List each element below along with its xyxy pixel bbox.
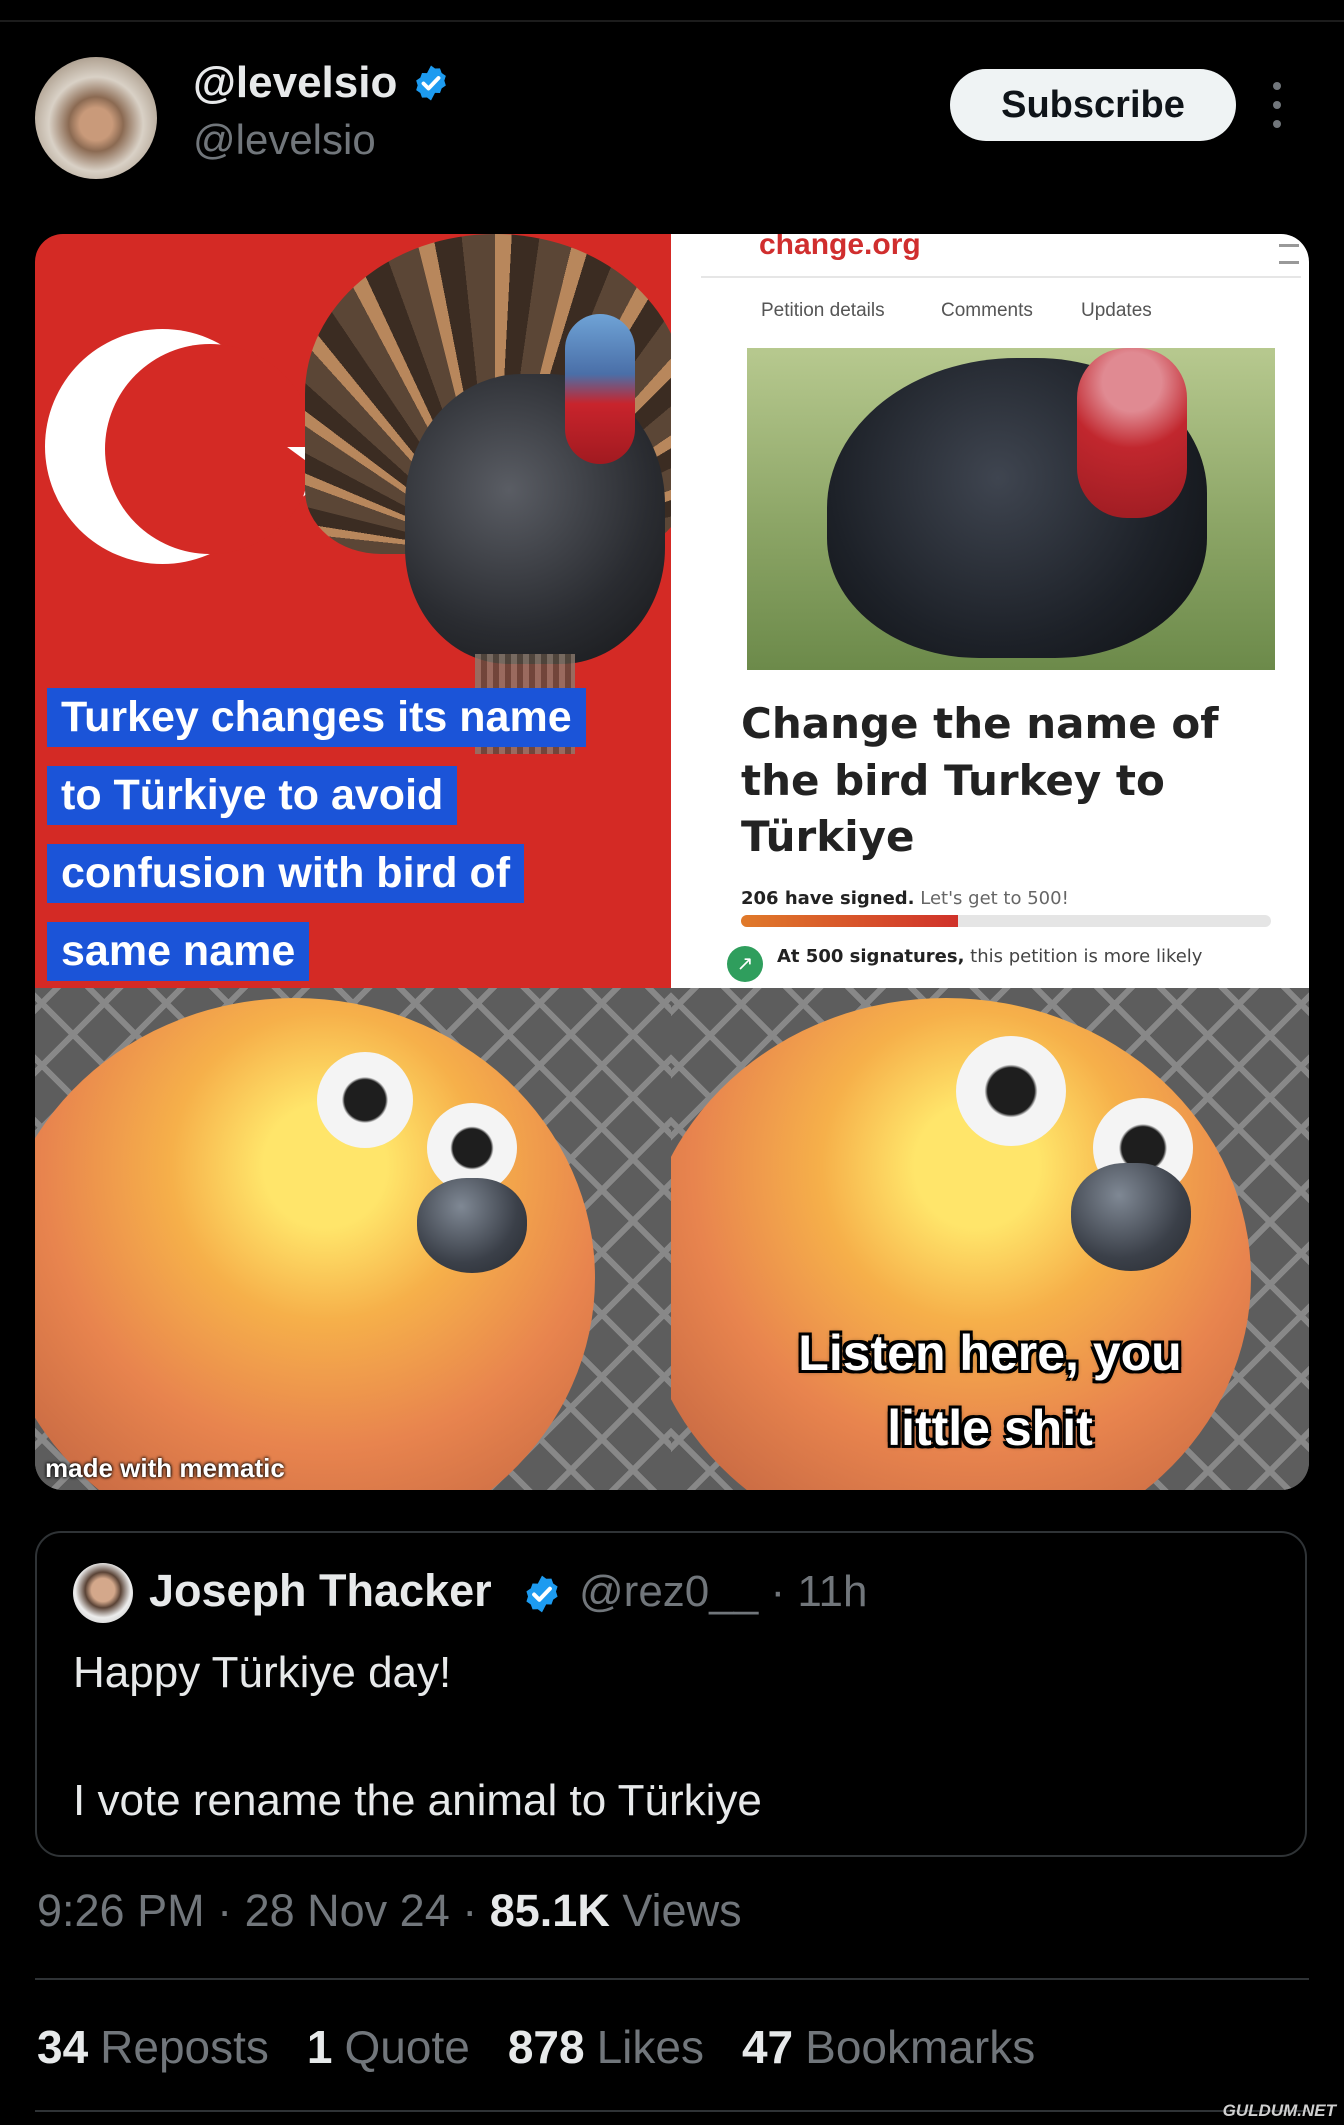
top-divider [0, 20, 1344, 22]
site-watermark: GULDUM.NET [1222, 2101, 1336, 2120]
petition-panel: change.org Petition details Comments Upd… [671, 234, 1309, 988]
engagement-stats: 34 Reposts 1 Quote 878 Likes 47 Bookmarks [37, 2020, 1035, 2074]
quoted-text-line-1: Happy Türkiye day! [73, 1648, 452, 1697]
views-count: 85.1K [489, 1885, 610, 1936]
headline-line-4: same name [47, 922, 310, 982]
petition-goal-text: At 500 signatures, this petition is more… [777, 946, 1203, 967]
divider [35, 1978, 1309, 1980]
quoted-author-name[interactable]: Joseph Thacker [149, 1565, 492, 1617]
trend-up-icon: ↗ [727, 946, 763, 982]
post-date: 28 Nov 24 [244, 1885, 450, 1936]
verified-badge-icon [526, 1575, 558, 1613]
author-avatar[interactable] [35, 57, 157, 179]
petition-progress-bar [741, 915, 1271, 927]
post-media-image[interactable]: ★ Turkey changes its name to Türkiye to … [35, 234, 1309, 1490]
meme-caption-line-1: Listen here, you [798, 1325, 1182, 1381]
petition-signed: 206 have signed. Let's get to 500! [741, 888, 1069, 909]
stat-likes[interactable]: 878 Likes [508, 2020, 704, 2074]
meme-caption-line-2: little shit [887, 1400, 1093, 1456]
changeorg-logo: change.org [759, 234, 921, 261]
quoted-post-time[interactable]: 11h [797, 1567, 867, 1616]
quoted-meta: @rez0__ · 11h [579, 1567, 867, 1617]
subscribe-button[interactable]: Subscribe [950, 69, 1236, 141]
tab-petition-details: Petition details [761, 300, 885, 321]
more-options-icon[interactable] [1270, 82, 1284, 128]
beak [417, 1178, 527, 1273]
headline-line-2: to Türkiye to avoid [47, 766, 458, 826]
divider [35, 2110, 1309, 2112]
post-timestamp[interactable]: 9:26 PM · 28 Nov 24 · 85.1K Views [37, 1885, 742, 1937]
meta-separator: · [770, 1567, 786, 1616]
left-eye [317, 1052, 413, 1148]
post-time: 9:26 PM [37, 1885, 205, 1936]
petition-title: Change the name of the bird Turkey to Tü… [741, 699, 1219, 862]
meme-panel-right: Listen here, you little shit [671, 988, 1309, 1490]
headline-line-3: confusion with bird of [47, 844, 525, 904]
tab-comments: Comments [941, 300, 1033, 321]
news-headline-panel: ★ Turkey changes its name to Türkiye to … [35, 234, 671, 988]
headline-line-1: Turkey changes its name [47, 688, 586, 748]
quoted-author-handle[interactable]: @rez0__ [579, 1567, 758, 1616]
mematic-watermark: made with mematic [45, 1453, 285, 1483]
stat-reposts[interactable]: 34 Reposts [37, 2020, 269, 2074]
left-eye [956, 1036, 1066, 1146]
views-label: Views [622, 1885, 742, 1936]
stat-bookmarks[interactable]: 47 Bookmarks [742, 2020, 1035, 2074]
verified-badge-icon [416, 65, 447, 101]
quoted-text-line-2: I vote rename the animal to Türkiye [73, 1776, 762, 1825]
quoted-post-text: Happy Türkiye day! I vote rename the ani… [73, 1641, 762, 1833]
beak [1071, 1163, 1191, 1271]
petition-photo [747, 348, 1275, 670]
quoted-post[interactable]: Joseph Thacker @rez0__ · 11h Happy Türki… [35, 1531, 1307, 1857]
tab-updates: Updates [1081, 300, 1152, 321]
author-display-name[interactable]: @levelsio [193, 58, 451, 108]
stat-quotes[interactable]: 1 Quote [307, 2020, 470, 2074]
author-handle[interactable]: @levelsio [193, 116, 376, 164]
meme-panel-left: made with mematic [35, 988, 671, 1490]
hamburger-menu-icon [1279, 244, 1299, 264]
quoted-author-avatar[interactable] [73, 1563, 133, 1623]
author-name-text[interactable]: @levelsio [193, 58, 397, 108]
